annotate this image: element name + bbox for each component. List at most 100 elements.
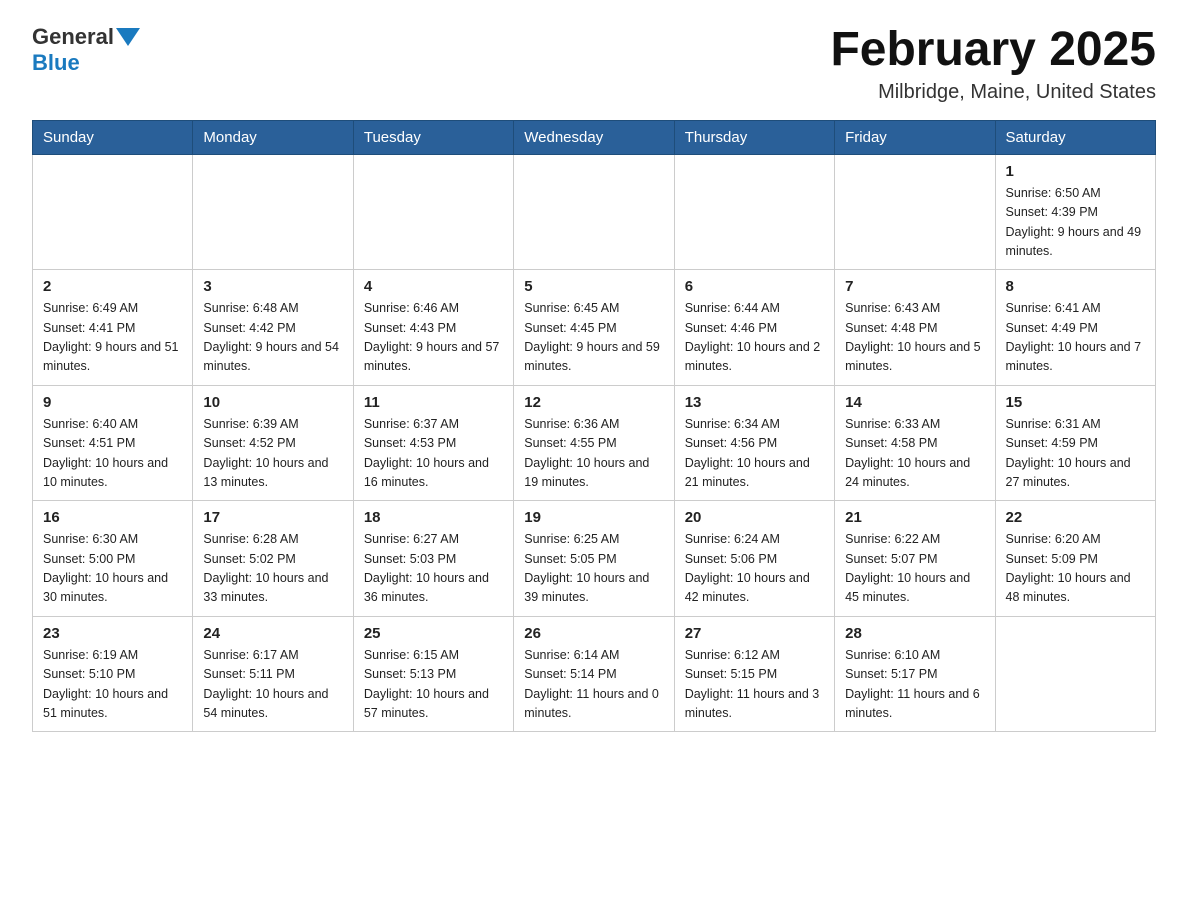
month-title: February 2025 (830, 24, 1156, 77)
day-number: 18 (364, 509, 503, 526)
day-number: 19 (524, 509, 663, 526)
day-info: Sunrise: 6:43 AMSunset: 4:48 PMDaylight:… (845, 299, 984, 377)
day-number: 11 (364, 394, 503, 411)
calendar-day-cell: 22Sunrise: 6:20 AMSunset: 5:09 PMDayligh… (995, 501, 1155, 617)
day-info: Sunrise: 6:37 AMSunset: 4:53 PMDaylight:… (364, 415, 503, 493)
day-number: 5 (524, 278, 663, 295)
calendar-day-cell: 27 Sunrise: 6:12 AMSunset: 5:15 PMDayligh… (674, 616, 834, 732)
location-text: Milbridge, Maine, United States (830, 81, 1156, 104)
calendar-day-cell: 16Sunrise: 6:30 AMSunset: 5:00 PMDayligh… (33, 501, 193, 617)
day-number: 20 (685, 509, 824, 526)
logo: General Blue (32, 24, 142, 76)
day-info: Sunrise: 6:39 AMSunset: 4:52 PMDaylight:… (203, 415, 342, 493)
day-info: Sunrise: 6:36 AMSunset: 4:55 PMDaylight:… (524, 415, 663, 493)
calendar-week-row: 1 Sunrise: 6:50 AMSunset: 4:39 PMDaylight… (33, 154, 1156, 270)
calendar-day-cell: 23 Sunrise: 6:19 AMSunset: 5:10 PMDayligh… (33, 616, 193, 732)
day-number: 27 (685, 625, 824, 642)
day-of-week-header: Monday (193, 120, 353, 154)
day-info: Sunrise: 6:40 AMSunset: 4:51 PMDaylight:… (43, 415, 182, 493)
day-number: 15 (1006, 394, 1145, 411)
day-number: 3 (203, 278, 342, 295)
calendar-day-cell: 21Sunrise: 6:22 AMSunset: 5:07 PMDayligh… (835, 501, 995, 617)
calendar-day-cell (995, 616, 1155, 732)
calendar-day-cell: 1 Sunrise: 6:50 AMSunset: 4:39 PMDaylight… (995, 154, 1155, 270)
logo-triangle-icon (116, 28, 140, 46)
day-info: Sunrise: 6:30 AMSunset: 5:00 PMDaylight:… (43, 530, 182, 608)
calendar-day-cell: 11 Sunrise: 6:37 AMSunset: 4:53 PMDayligh… (353, 385, 513, 501)
title-section: February 2025 Milbridge, Maine, United S… (830, 24, 1156, 104)
day-info: Sunrise: 6:19 AMSunset: 5:10 PMDaylight:… (43, 646, 182, 724)
calendar-day-cell: 25 Sunrise: 6:15 AMSunset: 5:13 PMDayligh… (353, 616, 513, 732)
calendar-header: SundayMondayTuesdayWednesdayThursdayFrid… (33, 120, 1156, 154)
calendar-day-cell: 8 Sunrise: 6:41 AMSunset: 4:49 PMDaylight… (995, 270, 1155, 386)
day-number: 12 (524, 394, 663, 411)
day-info: Sunrise: 6:25 AMSunset: 5:05 PMDaylight:… (524, 530, 663, 608)
day-info: Sunrise: 6:15 AMSunset: 5:13 PMDaylight:… (364, 646, 503, 724)
calendar-table: SundayMondayTuesdayWednesdayThursdayFrid… (32, 120, 1156, 733)
day-of-week-header: Friday (835, 120, 995, 154)
day-number: 1 (1006, 163, 1145, 180)
day-of-week-header: Tuesday (353, 120, 513, 154)
calendar-day-cell: 14 Sunrise: 6:33 AMSunset: 4:58 PMDayligh… (835, 385, 995, 501)
day-of-week-header: Saturday (995, 120, 1155, 154)
calendar-day-cell (674, 154, 834, 270)
day-number: 24 (203, 625, 342, 642)
day-number: 10 (203, 394, 342, 411)
day-of-week-header: Wednesday (514, 120, 674, 154)
calendar-day-cell: 15 Sunrise: 6:31 AMSunset: 4:59 PMDayligh… (995, 385, 1155, 501)
calendar-day-cell: 12 Sunrise: 6:36 AMSunset: 4:55 PMDayligh… (514, 385, 674, 501)
calendar-week-row: 16Sunrise: 6:30 AMSunset: 5:00 PMDayligh… (33, 501, 1156, 617)
day-info: Sunrise: 6:49 AMSunset: 4:41 PMDaylight:… (43, 299, 182, 377)
day-info: Sunrise: 6:50 AMSunset: 4:39 PMDaylight:… (1006, 184, 1145, 262)
day-info: Sunrise: 6:10 AMSunset: 5:17 PMDaylight:… (845, 646, 984, 724)
header-row: SundayMondayTuesdayWednesdayThursdayFrid… (33, 120, 1156, 154)
calendar-day-cell (353, 154, 513, 270)
calendar-day-cell (514, 154, 674, 270)
day-info: Sunrise: 6:44 AMSunset: 4:46 PMDaylight:… (685, 299, 824, 377)
day-info: Sunrise: 6:46 AMSunset: 4:43 PMDaylight:… (364, 299, 503, 377)
day-info: Sunrise: 6:31 AMSunset: 4:59 PMDaylight:… (1006, 415, 1145, 493)
calendar-day-cell: 2 Sunrise: 6:49 AMSunset: 4:41 PMDaylight… (33, 270, 193, 386)
calendar-day-cell: 7 Sunrise: 6:43 AMSunset: 4:48 PMDaylight… (835, 270, 995, 386)
logo-general-text: General (32, 24, 114, 50)
day-info: Sunrise: 6:24 AMSunset: 5:06 PMDaylight:… (685, 530, 824, 608)
calendar-day-cell: 19 Sunrise: 6:25 AMSunset: 5:05 PMDayligh… (514, 501, 674, 617)
day-info: Sunrise: 6:17 AMSunset: 5:11 PMDaylight:… (203, 646, 342, 724)
calendar-day-cell: 28 Sunrise: 6:10 AMSunset: 5:17 PMDayligh… (835, 616, 995, 732)
day-number: 21 (845, 509, 984, 526)
day-number: 4 (364, 278, 503, 295)
calendar-day-cell: 9Sunrise: 6:40 AMSunset: 4:51 PMDaylight… (33, 385, 193, 501)
day-info: Sunrise: 6:20 AMSunset: 5:09 PMDaylight:… (1006, 530, 1145, 608)
day-info: Sunrise: 6:14 AMSunset: 5:14 PMDaylight:… (524, 646, 663, 724)
calendar-day-cell: 6Sunrise: 6:44 AMSunset: 4:46 PMDaylight… (674, 270, 834, 386)
day-number: 28 (845, 625, 984, 642)
calendar-body: 1 Sunrise: 6:50 AMSunset: 4:39 PMDaylight… (33, 154, 1156, 732)
calendar-day-cell: 20 Sunrise: 6:24 AMSunset: 5:06 PMDayligh… (674, 501, 834, 617)
day-info: Sunrise: 6:27 AMSunset: 5:03 PMDaylight:… (364, 530, 503, 608)
calendar-day-cell: 17 Sunrise: 6:28 AMSunset: 5:02 PMDayligh… (193, 501, 353, 617)
calendar-day-cell: 5Sunrise: 6:45 AMSunset: 4:45 PMDaylight… (514, 270, 674, 386)
calendar-week-row: 9Sunrise: 6:40 AMSunset: 4:51 PMDaylight… (33, 385, 1156, 501)
day-number: 2 (43, 278, 182, 295)
day-of-week-header: Sunday (33, 120, 193, 154)
day-of-week-header: Thursday (674, 120, 834, 154)
day-number: 25 (364, 625, 503, 642)
day-info: Sunrise: 6:33 AMSunset: 4:58 PMDaylight:… (845, 415, 984, 493)
day-info: Sunrise: 6:41 AMSunset: 4:49 PMDaylight:… (1006, 299, 1145, 377)
calendar-day-cell: 24 Sunrise: 6:17 AMSunset: 5:11 PMDayligh… (193, 616, 353, 732)
calendar-week-row: 2 Sunrise: 6:49 AMSunset: 4:41 PMDaylight… (33, 270, 1156, 386)
day-number: 7 (845, 278, 984, 295)
day-number: 17 (203, 509, 342, 526)
calendar-day-cell: 4 Sunrise: 6:46 AMSunset: 4:43 PMDaylight… (353, 270, 513, 386)
day-number: 8 (1006, 278, 1145, 295)
day-number: 14 (845, 394, 984, 411)
day-number: 23 (43, 625, 182, 642)
calendar-day-cell (835, 154, 995, 270)
page-header: General Blue February 2025 Milbridge, Ma… (32, 24, 1156, 104)
day-info: Sunrise: 6:48 AMSunset: 4:42 PMDaylight:… (203, 299, 342, 377)
day-info: Sunrise: 6:12 AMSunset: 5:15 PMDaylight:… (685, 646, 824, 724)
calendar-day-cell (33, 154, 193, 270)
day-info: Sunrise: 6:28 AMSunset: 5:02 PMDaylight:… (203, 530, 342, 608)
day-number: 26 (524, 625, 663, 642)
logo-text: General (32, 24, 142, 50)
